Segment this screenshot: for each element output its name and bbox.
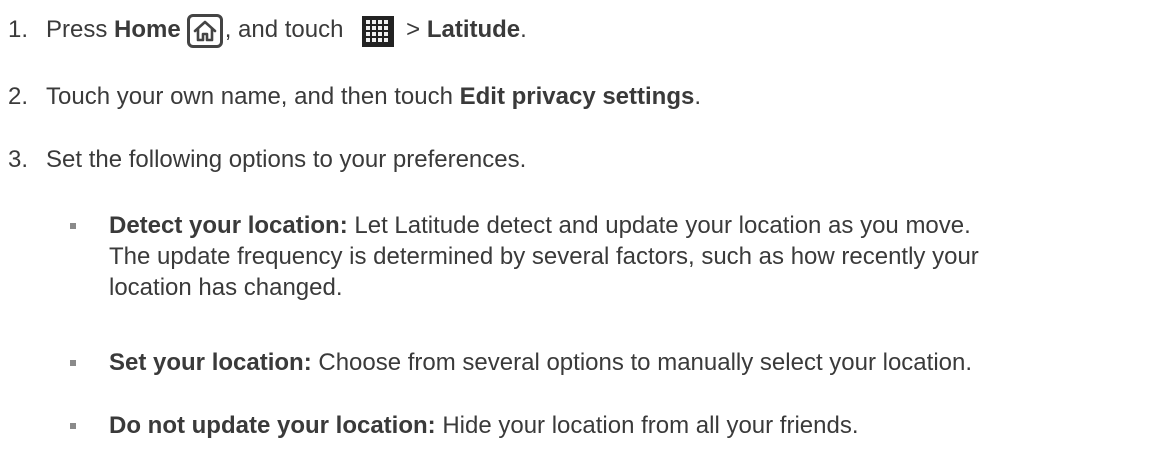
step-text: . [520,16,527,43]
latitude-label: Latitude [426,16,521,43]
step-text: , and touch [224,16,351,43]
bullet-square [70,360,76,366]
step-3: 3. Set the following options to your pre… [8,145,526,175]
option-description-line: location has changed. [109,274,343,301]
step-number: 2. [8,83,29,110]
option-label: Set your location: [109,349,312,376]
option-label: Detect your location: [109,212,348,239]
option-description: Choose from several options to manually … [318,349,973,376]
bullet-square [70,423,76,429]
instructions-document: 1. Press Home , and touch > Latitude . 2… [0,0,1169,456]
home-icon [186,14,223,48]
step-number: 3. [8,146,29,173]
step-text: . [694,83,702,110]
home-label: Home [114,16,181,43]
option-text: Detect your location: Let Latitude detec… [109,210,1169,303]
step-text: Touch your own name, and then touch [46,83,460,110]
option-label: Do not update your location: [109,412,436,439]
apps-grid-icon [362,15,395,47]
option-description-line: Let Latitude detect and update your loca… [354,212,971,239]
edit-privacy-label: Edit privacy settings [459,83,695,110]
option-description-line: The update frequency is determined by se… [109,243,979,270]
step-text: > [406,16,427,43]
step-2: 2. Touch your own name, and then touch E… [8,82,701,112]
option-description: Hide your location from all your friends… [442,412,859,439]
step-1: 1. Press Home , and touch > Latitude . [8,13,527,48]
bullet-square [70,223,76,229]
step-number: 1. [8,16,29,43]
option-text: Do not update your location: Hide your l… [109,410,1169,441]
option-text: Set your location: Choose from several o… [109,347,1169,378]
step-text: Set the following options to your prefer… [46,146,527,173]
step-text: Press [46,16,115,43]
